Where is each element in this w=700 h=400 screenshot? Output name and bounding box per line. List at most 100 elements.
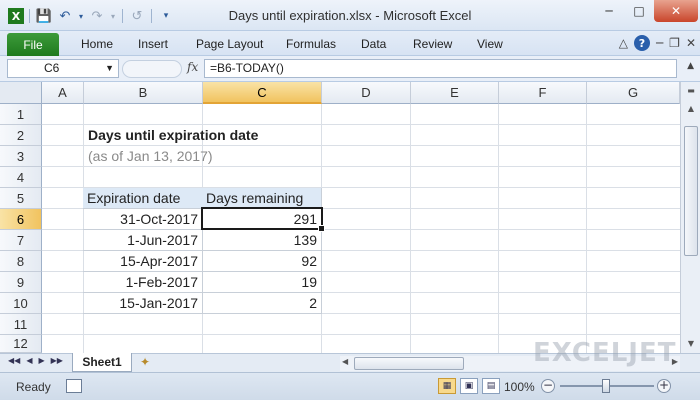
tab-formulas[interactable]: Formulas <box>286 37 336 51</box>
title-bar: X 💾 ↶ ▾ ↷ ▾ ↺ ▾ Days until expiration.xl… <box>0 0 700 31</box>
column-header-b[interactable]: B <box>84 82 203 104</box>
row-header-3[interactable]: 3 <box>0 146 42 167</box>
zoom-in-icon[interactable]: + <box>657 379 671 393</box>
row-header-9[interactable]: 9 <box>0 272 42 293</box>
row-header-7[interactable]: 7 <box>0 230 42 251</box>
vertical-scroll-thumb[interactable] <box>684 126 698 256</box>
name-box-value: C6 <box>44 61 60 75</box>
row-header-12[interactable]: 12 <box>0 335 42 353</box>
tab-file[interactable]: File <box>7 33 59 56</box>
scroll-left-icon[interactable]: ◀ <box>342 357 348 366</box>
tab-insert[interactable]: Insert <box>138 37 168 51</box>
close-icon[interactable]: ✕ <box>654 0 698 22</box>
days-remaining-cell: 2 <box>309 295 317 311</box>
row-header-2[interactable]: 2 <box>0 125 42 146</box>
column-header-c[interactable]: C <box>203 82 322 104</box>
horizontal-scroll-thumb[interactable] <box>354 357 464 370</box>
sheet-subtitle[interactable]: (as of Jan 13, 2017) <box>88 146 213 167</box>
workbook-close-icon[interactable]: ✕ <box>686 36 696 50</box>
normal-view-icon[interactable]: ▦ <box>438 378 456 394</box>
select-all-corner[interactable] <box>0 82 42 104</box>
table-row[interactable]: 31-Oct-2017 <box>83 209 203 230</box>
insert-function-icon[interactable]: fx <box>187 60 198 74</box>
help-icon[interactable]: ? <box>633 35 650 51</box>
expiration-date-cell: 15-Apr-2017 <box>120 253 198 269</box>
tab-data[interactable]: Data <box>361 37 386 51</box>
tab-review[interactable]: Review <box>413 37 452 51</box>
zoom-level[interactable]: 100% <box>504 380 535 394</box>
macro-record-icon[interactable] <box>66 379 82 393</box>
expiration-date-cell: 1-Feb-2017 <box>125 274 198 290</box>
days-remaining-cell: 92 <box>301 253 317 269</box>
next-sheet-icon[interactable]: ▶ <box>38 356 44 365</box>
new-sheet-icon[interactable]: ✦ <box>140 355 150 369</box>
table-row[interactable]: 92 <box>202 251 322 272</box>
last-sheet-icon[interactable]: ▶▶ <box>51 356 63 365</box>
table-row[interactable]: 15-Jan-2017 <box>83 293 203 314</box>
table-row[interactable]: 1-Jun-2017 <box>83 230 203 251</box>
formula-bar: C6 ▼ fx =B6-TODAY() ▲ <box>0 56 700 82</box>
column-header-a[interactable]: A <box>42 82 84 104</box>
worksheet-grid[interactable]: A B C D E F G 1 2 3 4 5 6 7 8 9 10 11 12… <box>0 82 680 353</box>
row-header-6[interactable]: 6 <box>0 209 42 230</box>
ribbon-tabs: File Home Insert Page Layout Formulas Da… <box>0 31 700 56</box>
formula-input[interactable]: =B6-TODAY() <box>204 59 677 78</box>
row-header-8[interactable]: 8 <box>0 251 42 272</box>
table-header-expiration: Expiration date <box>87 190 181 206</box>
expiration-date-cell: 31-Oct-2017 <box>120 211 198 227</box>
active-cell-outline[interactable] <box>201 207 325 232</box>
gridline <box>586 104 587 353</box>
sheet-title[interactable]: Days until expiration date <box>88 125 258 146</box>
tab-page-layout[interactable]: Page Layout <box>196 37 263 51</box>
row-header-4[interactable]: 4 <box>0 167 42 188</box>
row-header-10[interactable]: 10 <box>0 293 42 314</box>
days-remaining-cell: 19 <box>301 274 317 290</box>
chevron-down-icon[interactable]: ▼ <box>105 60 114 77</box>
minimize-ribbon-icon[interactable]: △ <box>619 36 628 50</box>
status-ready: Ready <box>16 380 51 394</box>
days-remaining-cell: 139 <box>293 232 317 248</box>
scroll-down-icon[interactable]: ▼ <box>683 335 699 351</box>
expand-formula-bar-icon[interactable]: ▲ <box>687 61 694 71</box>
column-header-f[interactable]: F <box>499 82 587 104</box>
page-layout-view-icon[interactable]: ▣ <box>460 378 478 394</box>
zoom-slider-thumb[interactable] <box>602 379 610 393</box>
column-header-g[interactable]: G <box>587 82 680 104</box>
window-controls: ─ □ ✕ <box>594 0 698 22</box>
column-header-e[interactable]: E <box>411 82 499 104</box>
workbook-restore-icon[interactable]: ❐ <box>669 36 680 50</box>
ribbon-right-controls: △ ? ─ ❐ ✕ <box>619 35 696 51</box>
table-row[interactable]: 15-Apr-2017 <box>83 251 203 272</box>
expiration-date-cell: 1-Jun-2017 <box>127 232 198 248</box>
exceljet-watermark: EXCELJET <box>533 338 677 368</box>
table-header-cell-days[interactable]: Days remaining <box>202 188 322 209</box>
prev-sheet-icon[interactable]: ◀ <box>26 356 32 365</box>
column-header-d[interactable]: D <box>322 82 411 104</box>
table-row[interactable]: 2 <box>202 293 322 314</box>
expiration-date-cell: 15-Jan-2017 <box>119 295 198 311</box>
name-box[interactable]: C6 ▼ <box>7 59 119 78</box>
zoom-out-icon[interactable]: − <box>541 379 555 393</box>
table-row[interactable]: 1-Feb-2017 <box>83 272 203 293</box>
table-row[interactable]: 19 <box>202 272 322 293</box>
sheet-navigation: ◀◀ ◀ ▶ ▶▶ <box>8 356 63 365</box>
table-header-cell-expiration[interactable]: Expiration date <box>83 188 203 209</box>
vertical-scrollbar[interactable]: ▬ ▲ ▼ <box>680 82 700 353</box>
tab-home[interactable]: Home <box>81 37 113 51</box>
tab-view[interactable]: View <box>477 37 503 51</box>
table-row[interactable]: 139 <box>202 230 322 251</box>
first-sheet-icon[interactable]: ◀◀ <box>8 356 20 365</box>
sheet-tab-sheet1[interactable]: Sheet1 <box>72 353 132 372</box>
split-handle-icon[interactable]: ▬ <box>683 82 699 98</box>
gridline <box>42 334 680 335</box>
row-header-5[interactable]: 5 <box>0 188 42 209</box>
scroll-up-icon[interactable]: ▲ <box>683 100 699 116</box>
workbook-minimize-icon[interactable]: ─ <box>656 36 663 50</box>
formula-bar-resizer[interactable] <box>122 60 182 78</box>
row-header-11[interactable]: 11 <box>0 314 42 335</box>
page-break-view-icon[interactable]: ▤ <box>482 378 500 394</box>
view-buttons: ▦ ▣ ▤ <box>438 378 500 394</box>
row-header-1[interactable]: 1 <box>0 104 42 125</box>
maximize-icon[interactable]: □ <box>624 0 654 22</box>
minimize-icon[interactable]: ─ <box>594 0 624 22</box>
